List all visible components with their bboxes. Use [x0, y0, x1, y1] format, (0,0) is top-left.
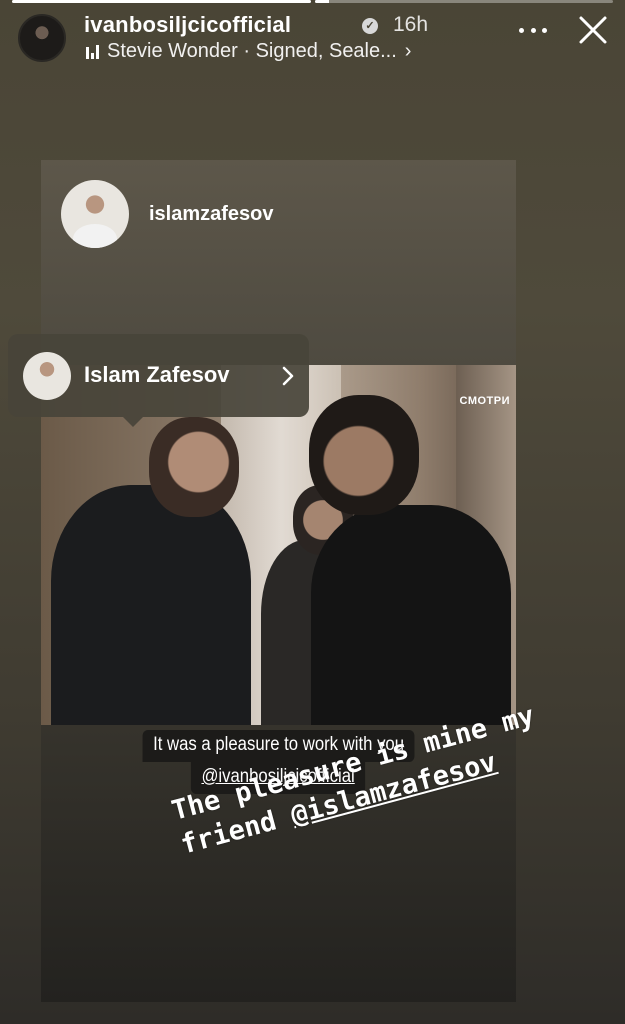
avatar[interactable]	[18, 14, 66, 62]
shared-post-avatar[interactable]	[61, 180, 129, 248]
music-chevron-icon: ›	[404, 40, 412, 62]
story-progress	[12, 0, 613, 3]
more-options-icon[interactable]	[519, 18, 547, 42]
story-username[interactable]: ivanbosiljcicofficial	[84, 12, 291, 38]
profile-tag-popup[interactable]: Islam Zafesov	[8, 334, 309, 427]
photo-watermark: СМОТРИ	[459, 395, 510, 407]
music-attribution[interactable]: Stevie Wonder · Signed, Seale... ›	[86, 40, 411, 63]
verified-badge-icon: ✓	[362, 18, 378, 34]
shared-post-photo: СМОТРИ	[41, 365, 516, 725]
shared-post-card[interactable]: islamzafesov СМОТРИ It was a pleasure to…	[41, 160, 516, 1002]
tag-name: Islam Zafesov	[84, 362, 230, 387]
tag-avatar	[23, 352, 71, 400]
progress-segment-1	[12, 0, 311, 3]
chevron-right-icon	[282, 366, 294, 386]
close-icon[interactable]	[577, 14, 609, 46]
story-time: 16h	[393, 13, 429, 36]
music-bars-icon	[86, 44, 99, 59]
story-header: ivanbosiljcicofficial ✓ 16h Stevie Wonde…	[16, 10, 609, 66]
shared-post-username[interactable]: islamzafesov	[149, 203, 274, 226]
music-title: Stevie Wonder · Signed, Seale...	[107, 40, 397, 62]
progress-segment-2	[314, 0, 613, 3]
